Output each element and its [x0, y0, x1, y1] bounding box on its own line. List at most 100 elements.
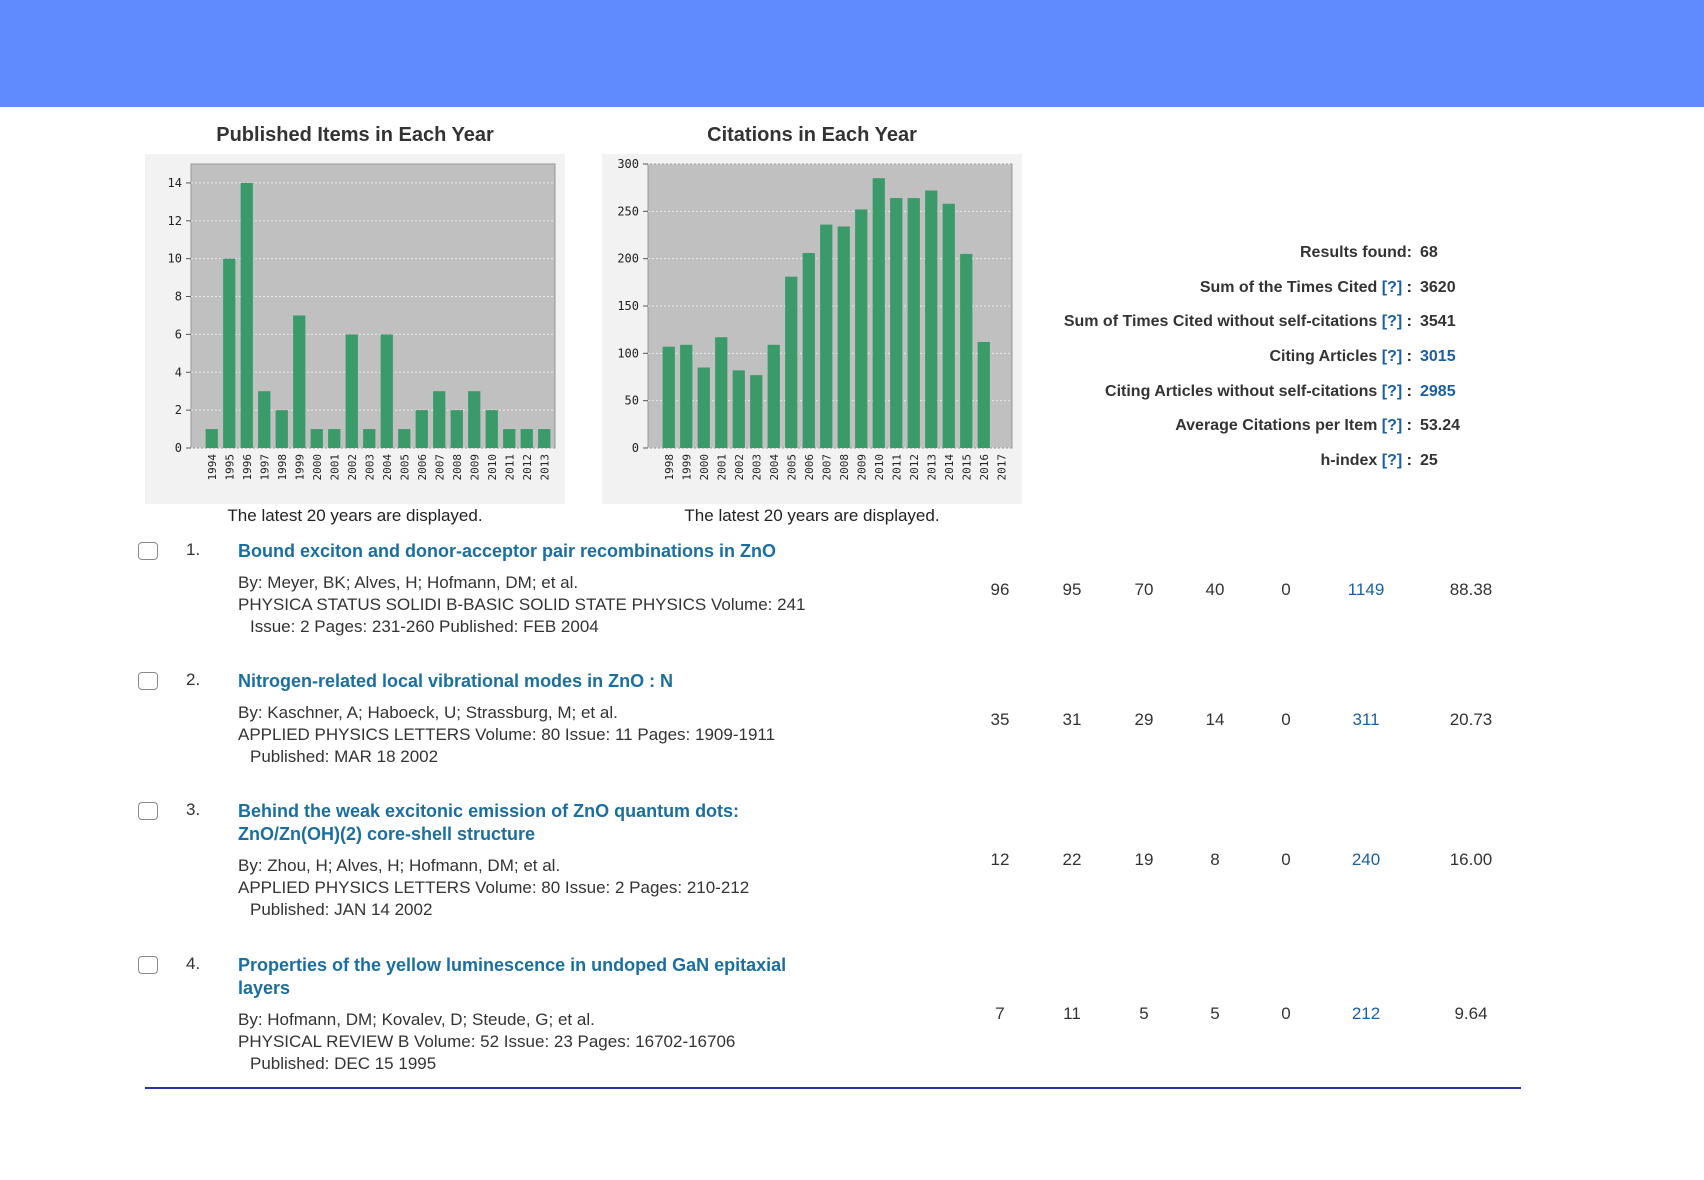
record-source: PHYSICAL REVIEW B Volume: 52 Issue: 23 P… — [238, 1032, 736, 1051]
record-meta: By: Zhou, H; Alves, H; Hofmann, DM; et a… — [238, 855, 918, 921]
stat-citing-articles: Citing Articles [?] :3015 — [1269, 348, 1480, 370]
record-publication: Published: DEC 15 1995 — [250, 1054, 437, 1073]
x-tick-label-2005: 2005 — [398, 454, 411, 481]
x-tick-label-2010: 2010 — [873, 454, 886, 481]
bar-2012 — [907, 198, 920, 448]
bar-2007 — [820, 224, 833, 448]
record-checkbox[interactable] — [138, 802, 158, 820]
x-tick-label-2001: 2001 — [328, 454, 341, 481]
x-tick-label-2007: 2007 — [433, 454, 446, 481]
bar-1994 — [205, 429, 218, 448]
bar-2001 — [715, 337, 728, 448]
bar-2004 — [380, 334, 393, 448]
bar-2005 — [398, 429, 411, 448]
bar-2007 — [433, 391, 446, 448]
x-tick-label-2017: 2017 — [995, 454, 1008, 481]
bottom-divider — [145, 1087, 1521, 1089]
record-authors: By: Hofmann, DM; Kovalev, D; Steude, G; … — [238, 1010, 595, 1029]
record-authors: By: Zhou, H; Alves, H; Hofmann, DM; et a… — [238, 856, 561, 875]
stat-sum-without-self: Sum of Times Cited without self-citation… — [1063, 313, 1456, 330]
record-meta: By: Kaschner, A; Haboeck, U; Strassburg,… — [238, 702, 918, 768]
bar-2003 — [750, 375, 763, 448]
y-tick-label: 6 — [175, 327, 182, 341]
chart-title: Citations in Each Year — [707, 124, 917, 146]
x-tick-label-2012: 2012 — [908, 454, 921, 481]
x-tick-label-2011: 2011 — [503, 454, 516, 481]
x-tick-label-2016: 2016 — [978, 454, 991, 481]
stat-average-citations: Average Citations per Item [?] :53.24 — [1175, 417, 1461, 434]
x-tick-label-2004: 2004 — [381, 454, 394, 481]
x-tick-label-2006: 2006 — [803, 454, 816, 481]
help-link[interactable]: [?] — [1382, 452, 1402, 469]
citing-without-self-link[interactable]: 2985 — [1420, 383, 1480, 401]
stat-h-index: h-index [?] :25 — [1320, 452, 1438, 469]
bar-2004 — [767, 344, 780, 448]
y-tick-label: 14 — [168, 176, 182, 190]
header-banner — [0, 0, 1704, 107]
x-tick-label-2002: 2002 — [346, 454, 359, 481]
x-tick-label-2011: 2011 — [890, 454, 903, 481]
record-checkbox[interactable] — [138, 542, 158, 560]
help-link[interactable]: [?] — [1382, 417, 1402, 434]
x-tick-label-2014: 2014 — [943, 454, 956, 481]
y-tick-label: 2 — [175, 403, 182, 417]
x-tick-label-2000: 2000 — [311, 454, 324, 481]
bar-1996 — [240, 182, 253, 448]
x-tick-label-2012: 2012 — [521, 454, 534, 481]
x-tick-label-2010: 2010 — [486, 454, 499, 481]
stat-results-found: Results found: 68 — [1300, 244, 1438, 261]
bar-2001 — [328, 429, 341, 448]
bar-2016 — [977, 341, 990, 448]
record-total-link[interactable]: 1149 — [1326, 580, 1406, 600]
help-link[interactable]: [?] — [1382, 279, 1402, 296]
bar-1995 — [223, 258, 236, 448]
x-tick-label-2009: 2009 — [468, 454, 481, 481]
help-link[interactable]: [?] — [1382, 348, 1402, 365]
x-tick-label-2013: 2013 — [538, 454, 551, 481]
record-total-link[interactable]: 212 — [1326, 1004, 1406, 1024]
record-source: PHYSICA STATUS SOLIDI B-BASIC SOLID STAT… — [238, 595, 806, 614]
bar-2000 — [697, 367, 710, 448]
record-total-link[interactable]: 311 — [1326, 710, 1406, 730]
bar-2009 — [855, 209, 868, 448]
bar-2010 — [872, 178, 885, 448]
record-title-link[interactable]: Behind the weak excitonic emission of Zn… — [238, 800, 898, 846]
x-tick-label-2008: 2008 — [838, 454, 851, 481]
x-tick-label-2001: 2001 — [715, 454, 728, 481]
record-checkbox[interactable] — [138, 956, 158, 974]
record-total-link[interactable]: 240 — [1326, 850, 1406, 870]
record-checkbox[interactable] — [138, 672, 158, 690]
x-tick-label-2003: 2003 — [363, 454, 376, 481]
x-tick-label-2015: 2015 — [960, 454, 973, 481]
bar-2009 — [468, 391, 481, 448]
bar-2010 — [485, 410, 498, 448]
x-tick-label-1999: 1999 — [680, 454, 693, 481]
record-number: 2. — [186, 670, 201, 689]
stat-citing-without-self: Citing Articles without self-citations [… — [1105, 383, 1480, 405]
help-link[interactable]: [?] — [1382, 383, 1402, 400]
record-title-link[interactable]: Bound exciton and donor-acceptor pair re… — [238, 540, 898, 563]
bar-2012 — [520, 429, 533, 448]
x-tick-label-2006: 2006 — [416, 454, 429, 481]
bar-2002 — [732, 370, 745, 448]
bar-2005 — [785, 276, 798, 448]
y-tick-label: 300 — [617, 157, 639, 171]
bar-2008 — [837, 226, 850, 448]
citing-articles-link[interactable]: 3015 — [1420, 348, 1480, 366]
record-title-link[interactable]: Properties of the yellow luminescence in… — [238, 954, 898, 1000]
record-source: APPLIED PHYSICS LETTERS Volume: 80 Issue… — [238, 725, 776, 744]
bar-2002 — [345, 334, 358, 448]
record-title-link[interactable]: Nitrogen-related local vibrational modes… — [238, 670, 898, 693]
bar-2014 — [942, 203, 955, 448]
help-link[interactable]: [?] — [1382, 313, 1402, 330]
bar-2011 — [503, 429, 516, 448]
x-tick-label-1995: 1995 — [223, 454, 236, 481]
record-source: APPLIED PHYSICS LETTERS Volume: 80 Issue… — [238, 878, 750, 897]
bar-2006 — [415, 410, 428, 448]
chart-note: The latest 20 years are displayed. — [227, 506, 483, 525]
y-tick-label: 200 — [617, 252, 639, 266]
bar-1998 — [275, 410, 288, 448]
y-tick-label: 8 — [175, 290, 182, 304]
record-authors: By: Kaschner, A; Haboeck, U; Strassburg,… — [238, 703, 618, 722]
chart-note: The latest 20 years are displayed. — [684, 506, 940, 525]
